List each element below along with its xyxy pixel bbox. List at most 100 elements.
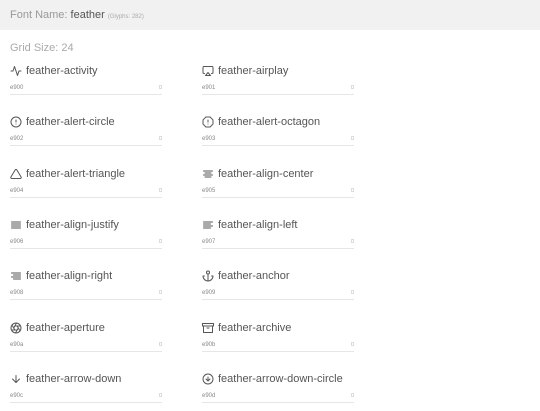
glyph-name: feather-aperture — [26, 321, 105, 334]
glyph-name: feather-align-left — [218, 218, 298, 231]
glyph-name-row: feather-alert-circle — [10, 114, 115, 130]
archive-icon — [202, 322, 214, 334]
glyph-name: feather-alert-octagon — [218, 116, 321, 129]
glyph-code-field[interactable]: e904 — [10, 186, 162, 198]
glyph-code-field[interactable]: e906 — [10, 237, 162, 249]
glyph-code-field[interactable]: e90a — [10, 340, 162, 352]
glyph-name-row: feather-archive — [202, 320, 291, 336]
glyph-item[interactable]: feather-airplay e901 — [202, 63, 354, 103]
glyph-name-row: feather-align-left — [202, 217, 298, 233]
glyph-count: (Glyphs: 282) — [107, 14, 144, 20]
alert-triangle-icon — [10, 168, 22, 180]
glyph-preview-char — [159, 341, 162, 346]
glyph-name: feather-airplay — [218, 65, 289, 77]
glyph-item[interactable]: feather-alert-circle e902 — [10, 114, 162, 154]
glyph-preview-char — [159, 85, 162, 89]
glyph-name-row: feather-arrow-down — [10, 371, 121, 387]
glyph-preview-char — [159, 187, 162, 192]
glyph-preview-char — [351, 238, 354, 243]
glyph-code: e906 — [10, 238, 24, 245]
align-left-icon — [202, 219, 214, 231]
activity-icon — [10, 65, 22, 77]
glyph-code: e904 — [10, 187, 24, 194]
glyph-name-row: feather-activity — [10, 63, 98, 79]
glyph-code: e909 — [202, 290, 216, 297]
glyph-name-row: feather-alert-octagon — [202, 114, 320, 130]
glyph-name: feather-align-center — [218, 167, 314, 180]
glyph-code: e903 — [202, 136, 216, 143]
font-name-label: Font Name: — [10, 9, 68, 21]
glyph-name: feather-anchor — [218, 270, 290, 283]
glyph-name-row: feather-arrow-down-circle — [202, 371, 343, 387]
glyph-preview-char — [351, 341, 354, 346]
glyph-code-field[interactable]: e901 — [202, 83, 354, 95]
glyph-preview-char — [159, 238, 162, 243]
glyph-code: e901 — [202, 85, 216, 91]
align-justify-icon — [10, 219, 22, 231]
glyph-code: e90a — [10, 341, 24, 348]
glyph-code-field[interactable]: e909 — [202, 288, 354, 301]
glyph-preview-char — [159, 136, 162, 141]
glyph-item[interactable]: feather-anchor e909 — [202, 268, 354, 308]
glyph-code: e90d — [202, 392, 216, 399]
font-header: Font Name: feather (Glyphs: 282) — [0, 0, 540, 30]
glyph-code-field[interactable]: e900 — [10, 83, 162, 95]
glyph-preview-char — [351, 136, 354, 141]
glyph-code: e900 — [10, 85, 24, 91]
glyph-item[interactable]: feather-aperture e90a — [10, 320, 162, 360]
glyph-code: e905 — [202, 187, 216, 194]
glyph-code-field[interactable]: e90d — [202, 391, 354, 403]
glyph-preview-char — [351, 392, 354, 397]
glyph-name-row: feather-align-right — [10, 268, 112, 284]
glyph-preview-char — [351, 85, 354, 89]
glyph-preview-char — [351, 187, 354, 192]
glyph-code-field[interactable]: e908 — [10, 288, 162, 301]
align-right-icon — [10, 270, 22, 282]
glyph-name: feather-arrow-down-circle — [218, 372, 343, 385]
glyph-code-field[interactable]: e903 — [202, 134, 354, 147]
glyph-code: e90c — [10, 392, 24, 399]
glyph-item[interactable]: feather-align-justify e906 — [10, 217, 162, 257]
align-center-icon — [202, 168, 214, 180]
glyph-name: feather-alert-circle — [26, 116, 115, 129]
glyph-name: feather-arrow-down — [26, 372, 122, 385]
glyph-code-field[interactable]: e90b — [202, 340, 354, 352]
glyph-code-field[interactable]: e902 — [10, 134, 162, 147]
glyph-name: feather-alert-triangle — [26, 167, 126, 180]
glyph-code-field[interactable]: e907 — [202, 237, 354, 249]
glyph-name: feather-align-right — [26, 270, 113, 283]
glyph-preview-char — [159, 392, 162, 397]
aperture-icon — [10, 322, 22, 334]
alert-circle-icon — [10, 116, 22, 128]
glyph-preview-char — [351, 290, 354, 295]
glyph-name-row: feather-aperture — [10, 320, 105, 336]
glyph-name-row: feather-align-justify — [10, 217, 119, 233]
glyph-item[interactable]: feather-align-center e905 — [202, 166, 354, 206]
alert-octagon-icon — [202, 116, 214, 128]
glyph-item[interactable]: feather-alert-octagon e903 — [202, 114, 354, 154]
glyph-item[interactable]: feather-alert-triangle e904 — [10, 166, 162, 206]
glyph-item[interactable]: feather-activity e900 — [10, 63, 162, 103]
glyph-name-row: feather-airplay — [202, 63, 288, 79]
glyph-code: e908 — [10, 290, 24, 297]
anchor-icon — [202, 270, 214, 282]
glyph-item[interactable]: feather-archive e90b — [202, 320, 354, 360]
glyph-item[interactable]: feather-align-right e908 — [10, 268, 162, 308]
glyph-name-row: feather-align-center — [202, 166, 313, 182]
glyph-name-row: feather-anchor — [202, 268, 290, 284]
font-name: feather — [70, 9, 105, 21]
arrow-down-icon — [10, 373, 22, 385]
airplay-icon — [202, 65, 214, 77]
glyph-name: feather-activity — [26, 65, 98, 77]
glyph-name: feather-archive — [218, 321, 292, 334]
glyph-preview-char — [159, 290, 162, 295]
glyph-item[interactable]: feather-align-left e907 — [202, 217, 354, 257]
arrow-down-circle-icon — [202, 373, 214, 385]
glyph-name-row: feather-alert-triangle — [10, 166, 125, 182]
glyph-name: feather-align-justify — [26, 218, 119, 231]
glyph-code-field[interactable]: e905 — [202, 186, 354, 198]
glyph-code: e902 — [10, 136, 24, 143]
glyph-code: e907 — [202, 238, 216, 245]
glyph-code-field[interactable]: e90c — [10, 391, 162, 403]
glyph-code: e90b — [202, 341, 216, 348]
